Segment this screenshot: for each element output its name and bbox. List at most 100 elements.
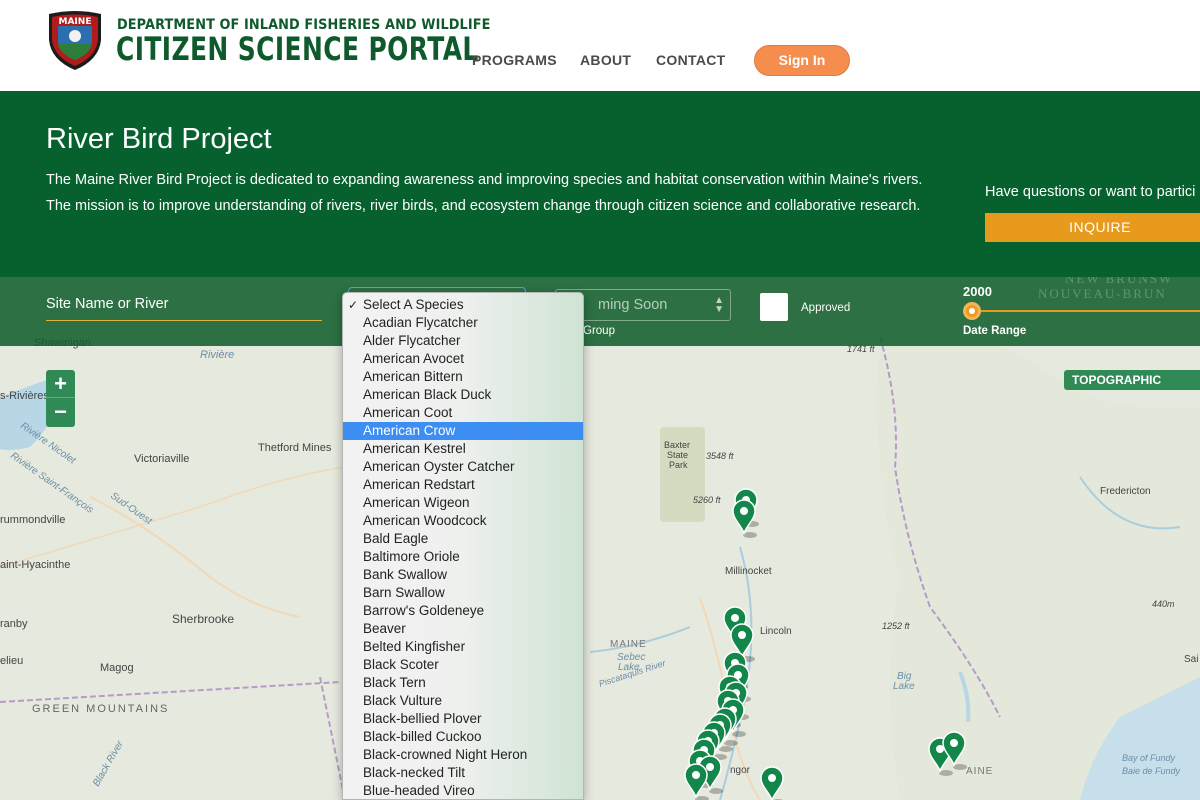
map-label-maine-east: AINE — [966, 766, 993, 777]
species-option[interactable]: American Bittern — [343, 368, 583, 386]
sign-in-button[interactable]: Sign In — [754, 45, 850, 76]
date-range-track[interactable] — [972, 310, 1200, 312]
map-label-big-lake: Lake — [893, 681, 915, 692]
map-view[interactable]: Shawinigan s-Rivières Rivière Victoriavi… — [0, 277, 1200, 800]
map-label-saint: Sai — [1184, 654, 1198, 665]
map-label-granby: ranby — [0, 618, 28, 630]
species-option-label: Black-necked Tilt — [363, 765, 466, 780]
species-option-label: American Woodcock — [363, 513, 487, 528]
species-option[interactable]: American Crow — [343, 422, 583, 440]
species-option[interactable]: American Oyster Catcher — [343, 458, 583, 476]
map-label-sherbrooke: Sherbrooke — [172, 612, 234, 626]
date-range-value: 2000 — [963, 284, 992, 299]
species-option[interactable]: Beaver — [343, 620, 583, 638]
species-option[interactable]: Black-billed Cuckoo — [343, 728, 583, 746]
species-dropdown-list[interactable]: ✓ Select A Species Acadian Flycatcher Alder… — [342, 292, 584, 800]
map-label-elieu: elieu — [0, 655, 23, 667]
map-label-trois-rivieres: s-Rivières — [0, 390, 49, 402]
project-description: The Maine River Bird Project is dedicate… — [46, 172, 923, 214]
logo-text: MAINE — [59, 17, 92, 27]
species-option[interactable]: Black Tern — [343, 674, 583, 692]
species-option[interactable]: Bank Swallow — [343, 566, 583, 584]
map-label-baie-de-fundy: Baie de Fundy — [1122, 766, 1181, 776]
map-label-thetford: Thetford Mines — [258, 442, 332, 454]
species-option[interactable]: Black-necked Tilt — [343, 764, 583, 782]
map-label-lincoln: Lincoln — [760, 626, 792, 637]
zoom-control: + − — [46, 370, 75, 427]
species-option-label: Barn Swallow — [363, 585, 445, 600]
species-option[interactable]: Baltimore Oriole — [343, 548, 583, 566]
species-option-label: Beaver — [363, 621, 406, 636]
zoom-out-button[interactable]: − — [46, 398, 75, 426]
species-option[interactable]: Black Vulture — [343, 692, 583, 710]
species-option[interactable]: ✓ Select A Species — [343, 296, 583, 314]
species-option[interactable]: Blue-headed Vireo — [343, 782, 583, 799]
species-option[interactable]: Bald Eagle — [343, 530, 583, 548]
species-option[interactable]: Barrow's Goldeneye — [343, 602, 583, 620]
nav-about[interactable]: ABOUT — [580, 52, 631, 68]
species-option[interactable]: Acadian Flycatcher — [343, 314, 583, 332]
map-label-drummondville: rummondville — [0, 514, 65, 526]
map-label-elev-5260: 5260 ft — [693, 495, 721, 505]
filter-bar: NEW BRUNSW NOUVEAU-BRUN Site Name or Riv… — [0, 277, 1200, 346]
map-label-baxter-state: State — [667, 450, 688, 460]
species-option[interactable]: American Coot — [343, 404, 583, 422]
species-option-label: Black Tern — [363, 675, 426, 690]
species-option-label: Black-billed Cuckoo — [363, 729, 482, 744]
nav-programs[interactable]: PROGRAMS — [472, 52, 557, 68]
inquire-button[interactable]: INQUIRE — [985, 213, 1200, 242]
species-option-label: American Crow — [363, 423, 456, 438]
species-option[interactable]: Black-crowned Night Heron — [343, 746, 583, 764]
maine-ifw-logo[interactable]: MAINE — [46, 10, 104, 72]
species-option-label: Select A Species — [363, 297, 464, 312]
species-option-label: Acadian Flycatcher — [363, 315, 478, 330]
species-option-label: American Kestrel — [363, 441, 466, 456]
map-label-elev-1252: 1252 ft — [882, 621, 910, 631]
page-title: River Bird Project — [46, 123, 272, 155]
species-option-label: Blue-headed Vireo — [363, 783, 475, 798]
species-option[interactable]: Belted Kingfisher — [343, 638, 583, 656]
approved-label: Approved — [801, 302, 851, 314]
portal-title[interactable]: CITIZEN SCIENCE PORTAL — [116, 30, 479, 68]
map-label-millinocket: Millinocket — [725, 566, 772, 577]
map-label-maine: MAINE — [610, 639, 647, 650]
map-label-green-mountains: GREEN MOUNTAINS — [32, 703, 169, 715]
species-option[interactable]: Black Scoter — [343, 656, 583, 674]
map-label-elev-440: 440m — [1152, 599, 1175, 609]
species-option-label: American Coot — [363, 405, 453, 420]
species-option[interactable]: American Woodcock — [343, 512, 583, 530]
species-option[interactable]: Black-bellied Plover — [343, 710, 583, 728]
map-label-nouveau-brunswick: NOUVEAU-BRUN — [1038, 286, 1167, 301]
map-label-fredericton: Fredericton — [1100, 486, 1151, 497]
species-option-label: Baltimore Oriole — [363, 549, 460, 564]
species-option-label: Bald Eagle — [363, 531, 429, 546]
species-option-label: Black-bellied Plover — [363, 711, 482, 726]
species-option[interactable]: American Avocet — [343, 350, 583, 368]
project-banner: River Bird Project The Maine River Bird … — [0, 91, 1200, 277]
site-search-input[interactable]: Site Name or River — [46, 296, 322, 321]
species-option-label: American Oyster Catcher — [363, 459, 515, 474]
species-option-label: Black Scoter — [363, 657, 439, 672]
species-option[interactable]: Barn Swallow — [343, 584, 583, 602]
select-arrows-icon: ▲ ▼ — [714, 295, 724, 315]
species-option[interactable]: American Redstart — [343, 476, 583, 494]
species-option[interactable]: American Kestrel — [343, 440, 583, 458]
group-label: Group — [583, 325, 615, 337]
date-range-label: Date Range — [963, 325, 1027, 337]
topographic-map[interactable]: Shawinigan s-Rivières Rivière Victoriavi… — [0, 277, 1200, 800]
nav-contact[interactable]: CONTACT — [656, 52, 726, 68]
basemap-toggle[interactable]: TOPOGRAPHIC — [1064, 370, 1200, 390]
approved-checkbox[interactable] — [760, 293, 788, 321]
map-label-new-brunswick: NEW BRUNSW — [1065, 277, 1173, 286]
species-option[interactable]: Alder Flycatcher — [343, 332, 583, 350]
species-option-label: American Redstart — [363, 477, 475, 492]
date-range-handle[interactable] — [963, 302, 981, 320]
species-option-label: Black-crowned Night Heron — [363, 747, 528, 762]
species-option[interactable]: American Wigeon — [343, 494, 583, 512]
species-option[interactable]: American Black Duck — [343, 386, 583, 404]
map-label-baxter: Baxter — [664, 440, 690, 450]
map-label-bangor: ngor — [730, 765, 751, 776]
questions-text: Have questions or want to partici — [985, 184, 1196, 200]
map-label-riviere: Rivière — [200, 349, 234, 361]
zoom-in-button[interactable]: + — [46, 370, 75, 398]
